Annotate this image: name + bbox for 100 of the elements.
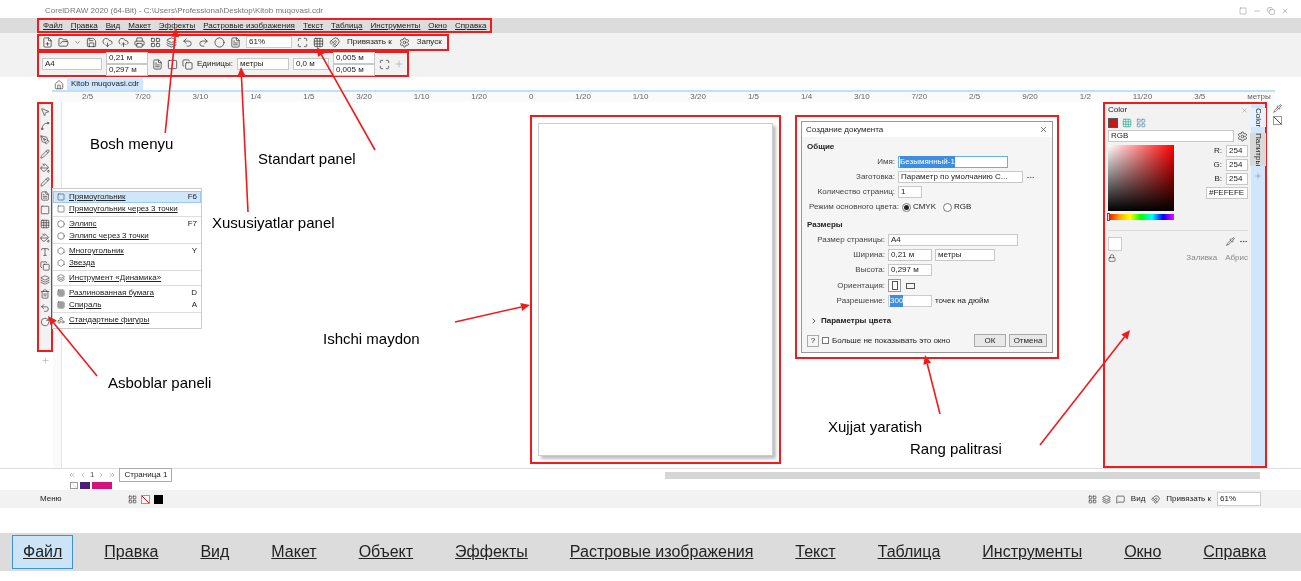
flyout-item[interactable]: Многоугольник Y <box>53 245 201 257</box>
close-icon[interactable] <box>1039 125 1048 134</box>
landscape-icon[interactable] <box>167 58 178 70</box>
preset-dropdown[interactable]: Параметр по умолчанию C... <box>898 171 1023 183</box>
print-icon[interactable] <box>134 36 145 48</box>
menu-item[interactable]: Окно <box>428 19 447 32</box>
height-field[interactable]: 0,297 м <box>106 64 148 76</box>
shape-icon[interactable] <box>57 301 65 309</box>
open-folder-icon[interactable] <box>58 36 69 48</box>
menu-item[interactable]: Правка <box>93 535 170 569</box>
page-tab[interactable]: Страница 1 <box>119 468 173 482</box>
nudge-field[interactable]: 0,0 м <box>292 58 329 70</box>
rectangle-icon[interactable] <box>40 205 50 215</box>
ok-button[interactable]: ОК <box>974 334 1006 347</box>
channel-field[interactable]: 254 <box>1226 145 1248 157</box>
flyout-item[interactable]: Инструмент «Динамика» <box>53 272 201 284</box>
shape-icon[interactable] <box>57 289 65 297</box>
docker-tab[interactable]: Color <box>1250 108 1266 128</box>
menu-item[interactable]: Объект <box>347 535 425 569</box>
menu-item[interactable]: Правка <box>70 19 98 32</box>
brush-icon[interactable] <box>40 177 50 187</box>
full-screen-icon[interactable] <box>297 36 308 48</box>
color-swatch[interactable] <box>1108 237 1122 251</box>
pointer-icon[interactable] <box>40 107 50 117</box>
menu-item[interactable]: Справка <box>454 19 487 32</box>
circle-icon[interactable] <box>214 36 225 48</box>
page-size-dropdown[interactable]: A4 <box>888 234 1018 246</box>
horizontal-scrollbar[interactable] <box>665 471 1261 479</box>
layers-icon[interactable] <box>40 275 50 285</box>
palette-icon[interactable] <box>1136 118 1146 128</box>
pencil-icon[interactable] <box>40 149 50 159</box>
page-icon[interactable] <box>40 191 50 201</box>
flyout-item[interactable]: Спираль A <box>53 299 201 311</box>
pen-icon[interactable] <box>40 135 50 145</box>
document-tab[interactable]: Kitob muqovasi.cdr <box>67 78 144 90</box>
cloud-download-icon[interactable] <box>102 36 113 48</box>
flyout-item[interactable]: Эллипс через 3 точки <box>53 230 201 242</box>
sliders-icon[interactable] <box>1122 118 1132 128</box>
save-icon[interactable] <box>86 36 97 48</box>
snap-dropdown[interactable]: Привязать к <box>345 36 394 48</box>
zoom-field[interactable]: 61% <box>246 36 292 48</box>
menu-dropdown[interactable]: Меню <box>40 493 62 505</box>
shape-icon[interactable] <box>57 259 65 267</box>
copy-icon[interactable] <box>40 261 50 271</box>
menu-item[interactable]: Таблица <box>331 19 363 32</box>
undo-icon[interactable] <box>40 303 50 313</box>
color-viewer-icon[interactable] <box>1108 118 1118 128</box>
shape-icon[interactable] <box>57 316 65 324</box>
chevron-icon[interactable] <box>810 317 818 325</box>
curve-icon[interactable] <box>40 121 50 131</box>
section-toggle[interactable]: Параметры цвета <box>821 315 892 327</box>
new-document-icon[interactable] <box>42 36 53 48</box>
height-field[interactable]: 0,297 м <box>888 264 932 276</box>
menu-item[interactable]: Справка <box>1192 535 1278 569</box>
redo-icon[interactable] <box>198 36 209 48</box>
grid-icon[interactable] <box>150 36 161 48</box>
menu-item[interactable]: Инструменты <box>971 535 1094 569</box>
units-dropdown[interactable]: метры <box>935 249 995 261</box>
eyedropper-icon[interactable] <box>1226 237 1235 246</box>
color-swatch[interactable] <box>80 482 90 489</box>
grid-icon[interactable] <box>40 219 50 229</box>
caret-icon[interactable] <box>74 38 81 46</box>
comment-icon[interactable] <box>1115 494 1125 504</box>
outline-swatch[interactable] <box>153 494 163 504</box>
shape-icon[interactable] <box>57 274 65 282</box>
flyout-item[interactable]: Прямоугольник через 3 точки <box>53 203 201 215</box>
docker-tab[interactable]: Палитры <box>1250 133 1266 167</box>
no-fill-swatch[interactable] <box>140 494 150 504</box>
menu-item[interactable]: Таблица <box>866 535 952 569</box>
menu-item[interactable]: Инструменты <box>370 19 421 32</box>
flyout-item[interactable]: Стандартные фигуры <box>53 314 201 326</box>
channel-field[interactable]: 254 <box>1226 159 1248 171</box>
shape-icon[interactable] <box>57 247 65 255</box>
page-size-dropdown[interactable]: A4 <box>42 58 102 70</box>
menu-item[interactable]: Окно <box>1113 535 1173 569</box>
layers-icon[interactable] <box>1101 494 1111 504</box>
lock-icon[interactable] <box>1108 254 1116 262</box>
help-button[interactable]: ? <box>807 334 819 347</box>
menu-item[interactable]: Макет <box>260 535 328 569</box>
width-field[interactable]: 0,21 м <box>106 52 148 64</box>
channel-field[interactable]: 254 <box>1226 173 1248 185</box>
page-count-field[interactable]: 1 <box>898 186 922 198</box>
slider-thumb[interactable] <box>1107 213 1110 221</box>
settings-icon[interactable] <box>398 36 410 48</box>
units-dropdown[interactable]: метры <box>236 58 289 70</box>
flyout-item[interactable]: Звезда <box>53 257 201 269</box>
text-icon[interactable] <box>40 247 50 257</box>
eyedropper-icon[interactable] <box>1273 104 1282 113</box>
menu-item[interactable]: Вид <box>189 535 241 569</box>
flyout-item[interactable]: Эллипс F7 <box>53 218 201 230</box>
menu-item[interactable]: Текст <box>302 19 324 32</box>
view-dropdown[interactable]: Вид <box>1130 493 1146 505</box>
menu-item[interactable]: Макет <box>128 19 151 32</box>
color-swatch[interactable] <box>92 482 112 489</box>
no-fill-swatch[interactable] <box>1273 116 1282 125</box>
radio-button[interactable] <box>901 202 911 212</box>
undo-icon[interactable] <box>182 36 193 48</box>
menu-item[interactable]: Файл <box>12 535 74 569</box>
home-icon[interactable] <box>54 80 64 90</box>
bucket-icon[interactable] <box>40 233 50 243</box>
